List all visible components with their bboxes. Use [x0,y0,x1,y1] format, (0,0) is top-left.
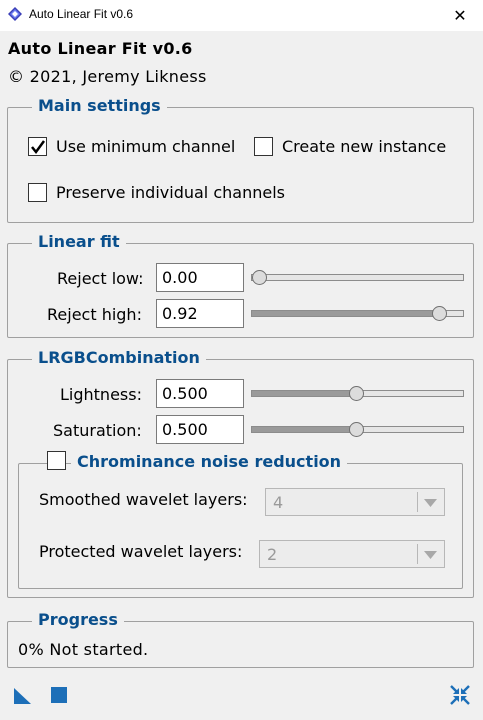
chevron-down-icon [424,551,437,559]
close-icon: ✕ [453,6,467,25]
dialog-title: Auto Linear Fit v0.6 [8,39,193,58]
checkmark-icon [31,140,46,155]
lightness-slider-fill [252,391,358,396]
window-title: Auto Linear Fit v0.6 [29,7,134,21]
saturation-slider-thumb[interactable] [349,422,364,437]
chrominance-group: Chrominance noise reduction Smoothed wav… [18,451,463,589]
chevron-down-icon [424,499,437,507]
reject-low-slider-thumb[interactable] [252,270,267,285]
window-titlebar: Auto Linear Fit v0.6 ✕ [0,0,483,31]
smoothed-layers-label: Smoothed wavelet layers: [39,490,248,509]
saturation-label: Saturation: [53,421,142,440]
reject-high-input[interactable]: 0.92 [156,299,244,328]
app-diamond-icon [8,7,22,21]
progress-status: 0% Not started. [18,640,149,659]
reset-arrows-icon[interactable] [450,685,470,705]
chrominance-checkbox[interactable] [47,451,66,470]
saturation-input[interactable]: 0.500 [156,415,244,444]
chrominance-title: Chrominance noise reduction [71,452,348,471]
lightness-slider-thumb[interactable] [349,386,364,401]
smoothed-layers-value: 4 [273,493,284,512]
close-button[interactable]: ✕ [437,0,483,31]
create-new-instance-checkbox[interactable] [254,137,273,156]
copyright-text: © 2021, Jeremy Likness [8,67,207,86]
reject-high-label: Reject high: [47,305,142,324]
reject-high-slider-fill [252,311,447,316]
reject-low-slider[interactable] [251,270,464,285]
use-min-channel-label: Use minimum channel [56,137,236,156]
protected-layers-select[interactable]: 2 [259,540,445,568]
saturation-slider[interactable] [251,422,464,437]
progress-title: Progress [32,610,124,629]
main-settings-group: Main settings Use minimum channel Create… [7,96,474,223]
linear-fit-group: Linear fit Reject low: 0.00 Reject high:… [7,232,474,338]
lightness-input[interactable]: 0.500 [156,379,244,408]
reject-low-label: Reject low: [57,269,144,288]
preserve-channels-label: Preserve individual channels [56,183,285,202]
protected-layers-label: Protected wavelet layers: [39,542,243,561]
reject-high-slider[interactable] [251,306,464,321]
main-settings-title: Main settings [32,96,167,115]
protected-layers-value: 2 [267,545,278,564]
reject-high-slider-thumb[interactable] [432,306,447,321]
saturation-slider-fill [252,427,358,432]
smoothed-layers-select[interactable]: 4 [265,488,445,516]
preserve-channels-checkbox[interactable] [28,183,47,202]
lrgb-title: LRGBCombination [32,348,206,367]
lrgb-group: LRGBCombination Lightness: 0.500 Saturat… [7,348,474,598]
new-instance-triangle-icon[interactable] [14,687,31,704]
lightness-slider[interactable] [251,386,464,401]
reject-low-input[interactable]: 0.00 [156,263,244,292]
create-new-instance-label: Create new instance [282,137,447,156]
execute-square-icon[interactable] [51,687,67,703]
linear-fit-title: Linear fit [32,232,126,251]
use-min-channel-checkbox[interactable] [28,137,47,156]
lightness-label: Lightness: [60,385,142,404]
